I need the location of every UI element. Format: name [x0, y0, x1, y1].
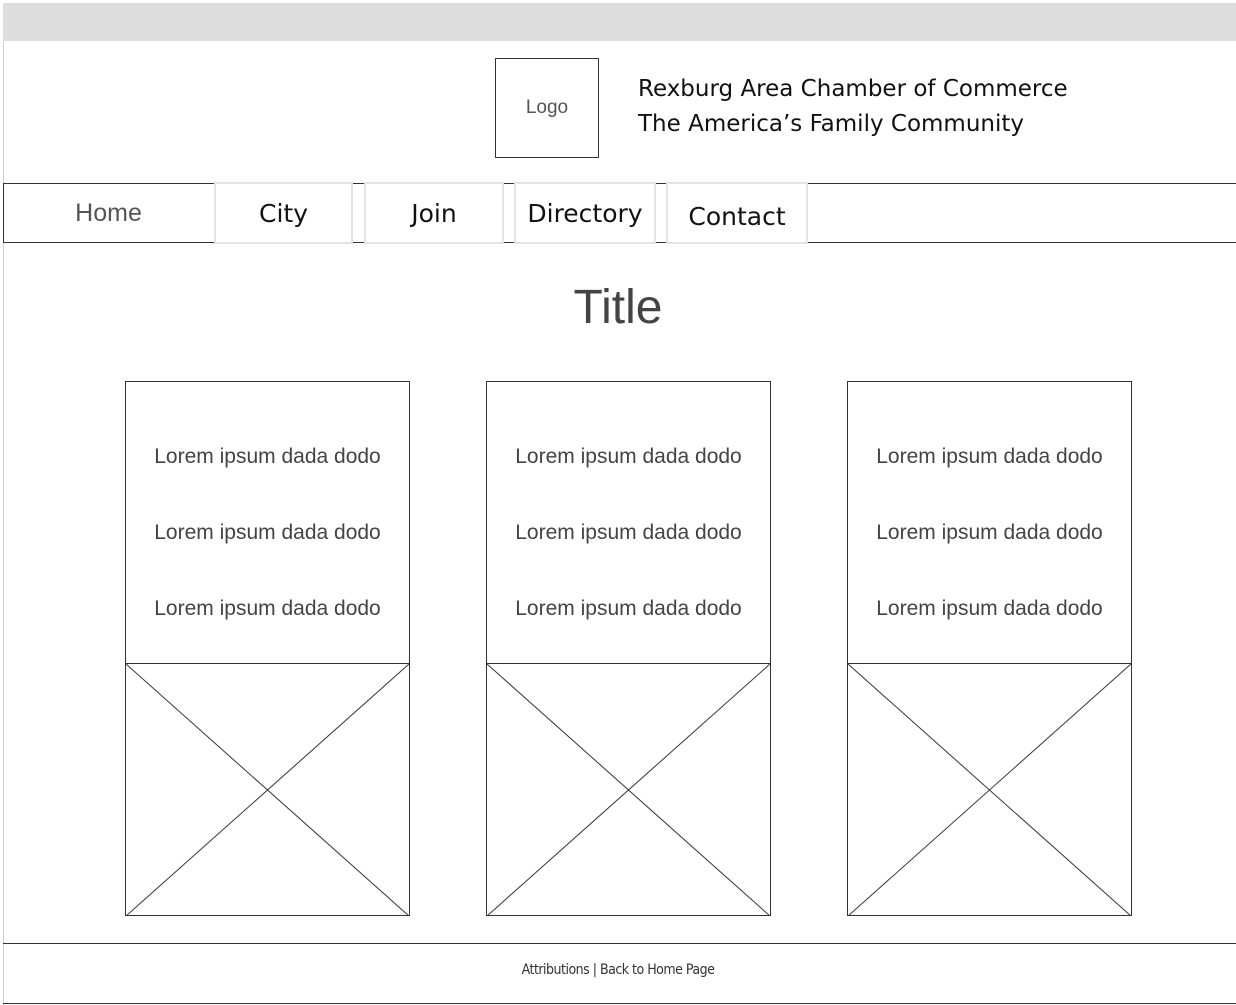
image-placeholder-icon — [126, 664, 409, 916]
card-text-line: Lorem ipsum dada dodo — [154, 597, 381, 620]
org-tagline: The America’s Family Community — [638, 111, 1025, 137]
nav-item-join-label: Join — [411, 198, 457, 228]
content-card-2: Lorem ipsum dada dodo Lorem ipsum dada d… — [486, 381, 771, 916]
card-text-line: Lorem ipsum dada dodo — [876, 521, 1103, 544]
footer-back-home-link[interactable]: Back to Home Page — [600, 962, 715, 978]
card-text-line: Lorem ipsum dada dodo — [515, 445, 742, 468]
nav-item-home[interactable]: Home — [4, 184, 213, 242]
card-text-line: Lorem ipsum dada dodo — [154, 445, 381, 468]
card-text-line: Lorem ipsum dada dodo — [876, 597, 1103, 620]
card-text-area: Lorem ipsum dada dodo Lorem ipsum dada d… — [487, 382, 770, 664]
nav-item-join[interactable]: Join — [364, 182, 504, 244]
page-title: Title — [573, 281, 663, 334]
logo-label: Logo — [525, 97, 569, 118]
org-heading: Rexburg Area Chamber of Commerce The Ame… — [638, 72, 1068, 142]
footer-bottom-border — [3, 1003, 1236, 1004]
footer-top-border — [3, 943, 1236, 944]
card-text-line: Lorem ipsum dada dodo — [515, 597, 742, 620]
nav-item-contact[interactable]: Contact — [666, 182, 808, 244]
card-text-line: Lorem ipsum dada dodo — [515, 521, 742, 544]
image-placeholder-icon — [848, 664, 1131, 916]
window-top-bar — [3, 3, 1236, 41]
footer-separator: | — [592, 962, 597, 978]
image-placeholder — [126, 664, 409, 916]
footer: Attributions | Back to Home Page — [0, 962, 1236, 978]
card-text-line: Lorem ipsum dada dodo — [154, 521, 381, 544]
footer-attributions-link[interactable]: Attributions — [522, 962, 590, 978]
org-name: Rexburg Area Chamber of Commerce — [638, 76, 1068, 102]
nav-item-city-label: City — [259, 198, 308, 228]
image-placeholder-icon — [487, 664, 770, 916]
content-card-3: Lorem ipsum dada dodo Lorem ipsum dada d… — [847, 381, 1132, 916]
nav-item-city[interactable]: City — [214, 182, 353, 244]
logo-placeholder[interactable]: Logo — [495, 58, 599, 158]
card-text-line: Lorem ipsum dada dodo — [876, 445, 1103, 468]
image-placeholder — [487, 664, 770, 916]
card-text-area: Lorem ipsum dada dodo Lorem ipsum dada d… — [848, 382, 1131, 664]
image-placeholder — [848, 664, 1131, 916]
nav-item-home-label: Home — [75, 198, 142, 227]
nav-item-directory[interactable]: Directory — [514, 182, 656, 244]
nav-item-contact-label: Contact — [688, 201, 786, 231]
nav-item-directory-label: Directory — [527, 198, 643, 228]
content-card-1: Lorem ipsum dada dodo Lorem ipsum dada d… — [125, 381, 410, 916]
card-text-area: Lorem ipsum dada dodo Lorem ipsum dada d… — [126, 382, 409, 664]
